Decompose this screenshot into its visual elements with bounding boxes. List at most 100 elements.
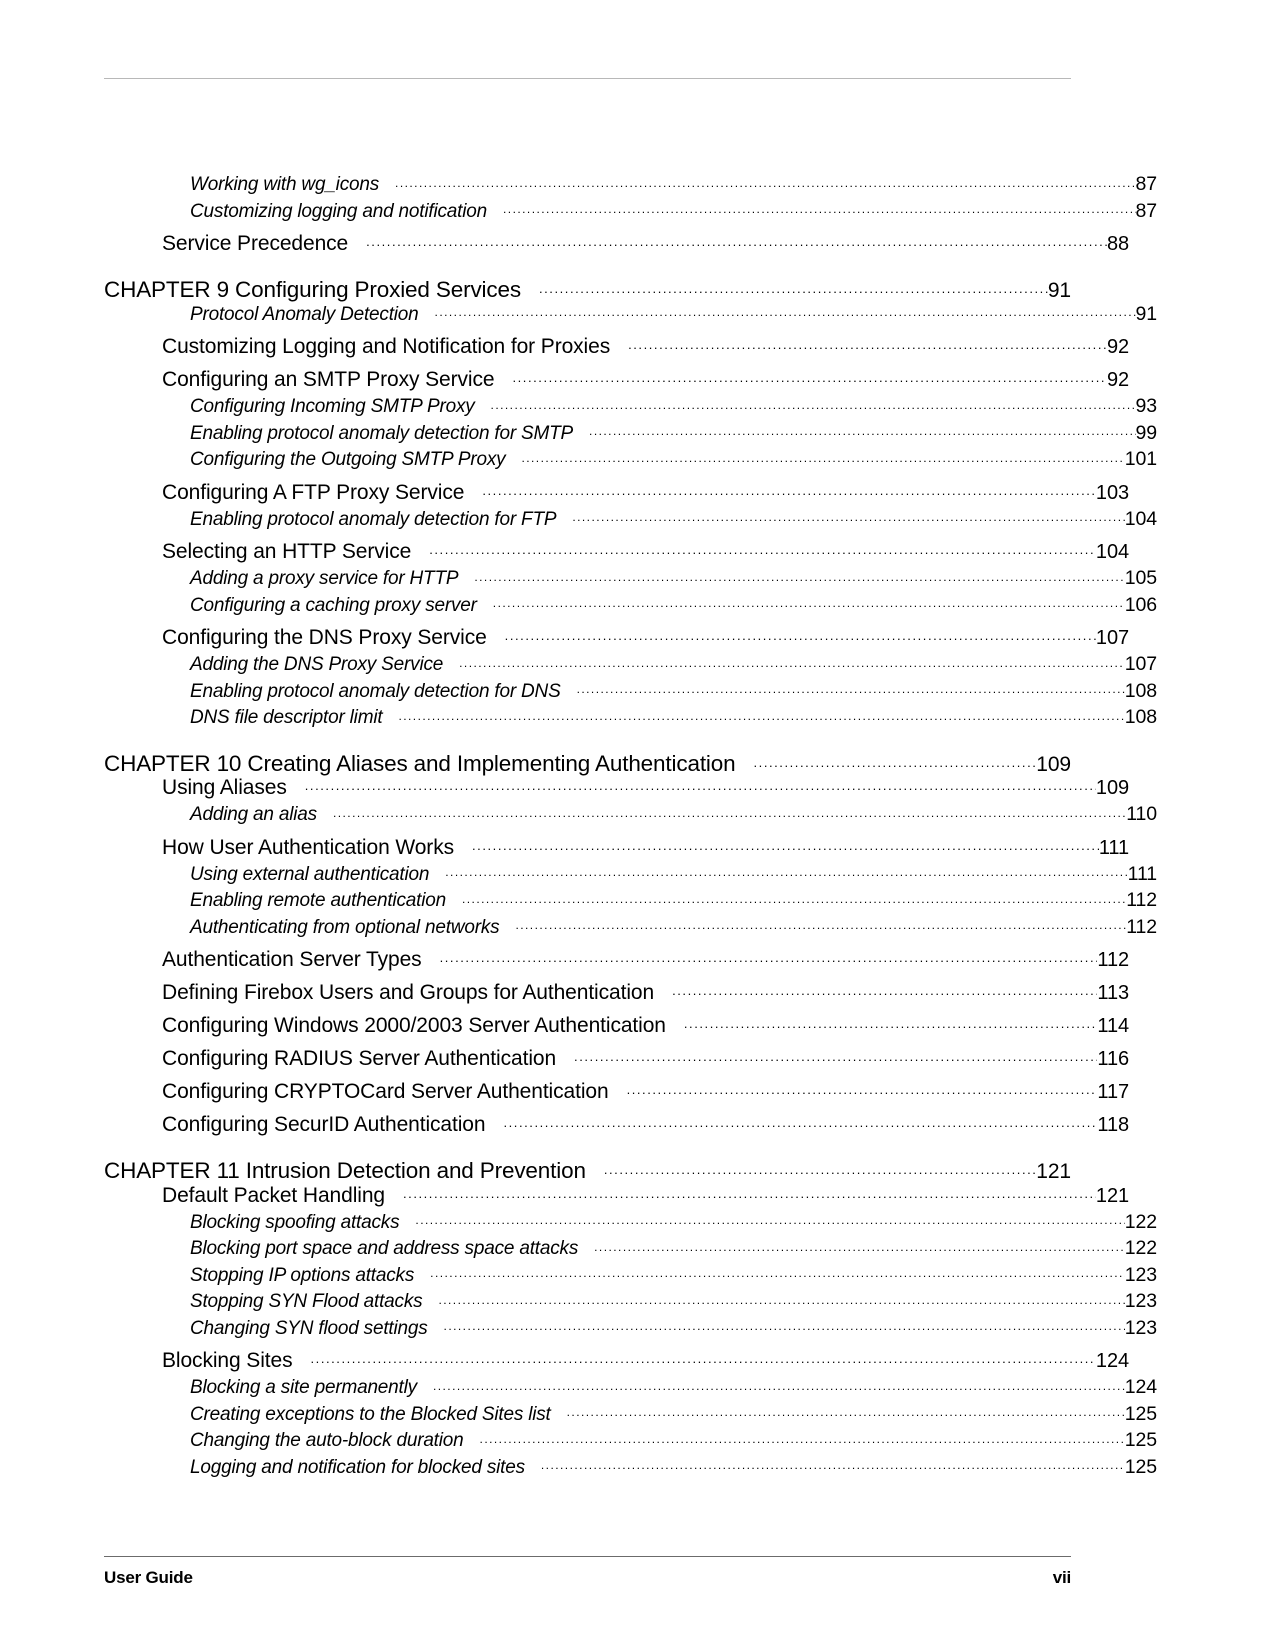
toc-entry-page-number: 93: [1135, 395, 1158, 417]
toc-entry[interactable]: Authenticating from optional networks 112: [190, 917, 1157, 938]
toc-entry-page-number: 87: [1135, 199, 1158, 222]
toc-entry-label: Adding a proxy service for HTTP: [190, 568, 459, 589]
toc-leader-dots: [577, 681, 1125, 697]
toc-entry[interactable]: Stopping IP options attacks 123: [190, 1265, 1157, 1286]
toc-leader-dots: [539, 281, 1048, 297]
toc-entry[interactable]: Using external authentication 111: [190, 864, 1157, 885]
toc-entry[interactable]: Working with wg_icons 87: [190, 174, 1157, 195]
toc-entry[interactable]: Configuring SecurID Authentication 118: [162, 1114, 1129, 1135]
toc-entry[interactable]: Using Aliases 109: [162, 777, 1129, 798]
toc-entry[interactable]: Service Precedence 88: [162, 233, 1129, 254]
toc-entry-label: Blocking spoofing attacks: [190, 1211, 400, 1233]
toc-entry-label: Defining Firebox Users and Groups for Au…: [162, 981, 655, 1004]
toc-entry[interactable]: Blocking port space and address space at…: [190, 1238, 1157, 1259]
toc-leader-dots: [541, 1457, 1125, 1473]
toc-chapter-entry[interactable]: CHAPTER 11 Intrusion Detection and Preve…: [104, 1158, 1071, 1183]
toc-entry[interactable]: Configuring CRYPTOCard Server Authentica…: [162, 1081, 1129, 1102]
toc-entry[interactable]: Configuring an SMTP Proxy Service 92: [162, 369, 1129, 390]
toc-entry-label: Adding the DNS Proxy Service: [190, 654, 444, 675]
toc-entry[interactable]: Customizing Logging and Notification for…: [162, 336, 1129, 357]
toc-entry-page-number: 123: [1124, 1290, 1157, 1312]
toc-entry[interactable]: Default Packet Handling 121: [162, 1185, 1129, 1206]
toc-leader-dots: [435, 304, 1136, 320]
toc-entry[interactable]: How User Authentication Works 111: [162, 837, 1129, 858]
toc-entry[interactable]: Adding a proxy service for HTTP 105: [190, 568, 1157, 589]
toc-entry[interactable]: Configuring the Outgoing SMTP Proxy 101: [190, 449, 1157, 470]
toc-entry[interactable]: Enabling protocol anomaly detection for …: [190, 681, 1157, 702]
toc-entry[interactable]: Blocking Sites 124: [162, 1350, 1129, 1371]
toc-leader-dots: [482, 483, 1096, 499]
toc-entry-page-number: 111: [1098, 836, 1129, 859]
footer-page-number: vii: [1052, 1568, 1072, 1587]
toc-entry-page-number: 116: [1097, 1048, 1129, 1070]
toc-entry[interactable]: Blocking spoofing attacks 122: [190, 1212, 1157, 1233]
toc-leader-dots: [305, 778, 1096, 794]
toc-entry-page-number: 111: [1127, 862, 1157, 885]
toc-entry-label: Selecting an HTTP Service: [162, 540, 412, 563]
toc-entry-page-number: 92: [1106, 336, 1129, 358]
toc-entry[interactable]: Configuring Windows 2000/2003 Server Aut…: [162, 1015, 1129, 1036]
toc-entry[interactable]: Stopping SYN Flood attacks 123: [190, 1291, 1157, 1312]
toc-entry[interactable]: Configuring Incoming SMTP Proxy 93: [190, 396, 1157, 417]
toc-entry-page-number: 109: [1036, 752, 1071, 776]
toc-entry-page-number: 91: [1135, 302, 1158, 325]
toc-entry-label: Default Packet Handling: [162, 1183, 385, 1207]
toc-entry[interactable]: DNS file descriptor limit 108: [190, 707, 1157, 728]
toc-entry[interactable]: Adding the DNS Proxy Service 107: [190, 654, 1157, 675]
toc-entry[interactable]: Blocking a site permanently 124: [190, 1377, 1157, 1398]
toc-entry-page-number: 99: [1135, 421, 1158, 444]
toc-leader-dots: [474, 568, 1124, 584]
table-of-contents-list: Working with wg_icons87 Customizing loggi…: [104, 168, 1157, 1478]
toc-entry[interactable]: Adding an alias 110: [190, 804, 1157, 825]
toc-entry[interactable]: Enabling remote authentication 112: [190, 890, 1157, 911]
toc-entry-page-number: 112: [1126, 889, 1157, 911]
footer-divider: [104, 1556, 1071, 1557]
toc-leader-dots: [515, 917, 1126, 933]
toc-entry[interactable]: Authentication Server Types 112: [162, 949, 1129, 970]
toc-leader-dots: [503, 201, 1136, 217]
toc-entry-label: CHAPTER 9 Configuring Proxied Services: [104, 277, 521, 302]
toc-entry[interactable]: Customizing logging and notification 87: [190, 201, 1157, 222]
toc-entry-label: CHAPTER 11 Intrusion Detection and Preve…: [104, 1158, 586, 1183]
toc-entry[interactable]: Configuring RADIUS Server Authentication…: [162, 1048, 1129, 1069]
toc-entry[interactable]: Logging and notification for blocked sit…: [190, 1457, 1157, 1478]
toc-leader-dots: [672, 983, 1097, 999]
toc-entry-label: Service Precedence: [162, 232, 349, 255]
toc-leader-dots: [333, 804, 1126, 820]
toc-leader-dots: [438, 1291, 1124, 1307]
toc-entry-page-number: 121: [1095, 1184, 1129, 1207]
toc-entry[interactable]: Enabling protocol anomaly detection for …: [190, 423, 1157, 444]
toc-chapter-entry[interactable]: CHAPTER 9 Configuring Proxied Services 91: [104, 277, 1071, 302]
toc-entry-label: Configuring an SMTP Proxy Service: [162, 368, 495, 391]
toc-entry-label: Authentication Server Types: [162, 948, 422, 971]
toc-leader-dots: [472, 838, 1099, 854]
toc-leader-dots: [594, 1238, 1125, 1254]
toc-entry-page-number: 125: [1124, 1429, 1157, 1451]
toc-entry-page-number: 104: [1095, 541, 1129, 563]
toc-entry[interactable]: Selecting an HTTP Service 104: [162, 541, 1129, 562]
toc-entry-page-number: 108: [1124, 706, 1157, 728]
toc-entry[interactable]: Configuring a caching proxy server 106: [190, 595, 1157, 616]
toc-entry-label: Changing SYN flood settings: [190, 1317, 428, 1339]
toc-entry-page-number: 107: [1124, 653, 1157, 675]
toc-entry[interactable]: Creating exceptions to the Blocked Sites…: [190, 1404, 1157, 1425]
toc-entry-label: Authenticating from optional networks: [190, 916, 500, 938]
toc-entry[interactable]: Configuring the DNS Proxy Service 107: [162, 627, 1129, 648]
toc-entry-label: CHAPTER 10 Creating Aliases and Implemen…: [104, 750, 736, 776]
toc-entry-label: Enabling protocol anomaly detection for …: [190, 422, 574, 444]
toc-entry[interactable]: Defining Firebox Users and Groups for Au…: [162, 982, 1129, 1003]
toc-entry[interactable]: Changing the auto-block duration 125: [190, 1430, 1157, 1451]
toc-leader-dots: [430, 1265, 1125, 1281]
toc-entry[interactable]: Changing SYN flood settings 123: [190, 1318, 1157, 1339]
toc-entry-label: Configuring Windows 2000/2003 Server Aut…: [162, 1014, 666, 1037]
toc-entry[interactable]: Configuring A FTP Proxy Service 103: [162, 482, 1129, 503]
toc-entry-page-number: 105: [1124, 567, 1157, 589]
toc-entry-label: Configuring a caching proxy server: [190, 594, 477, 616]
toc-entry[interactable]: Enabling protocol anomaly detection for …: [190, 509, 1157, 530]
toc-entry-page-number: 112: [1126, 915, 1157, 938]
toc-chapter-entry[interactable]: CHAPTER 10 Creating Aliases and Implemen…: [104, 750, 1071, 776]
toc-entry-page-number: 103: [1095, 481, 1129, 504]
toc-leader-dots: [403, 1186, 1096, 1202]
toc-entry[interactable]: Protocol Anomaly Detection 91: [190, 304, 1157, 325]
toc-entry-page-number: 124: [1124, 1376, 1157, 1398]
